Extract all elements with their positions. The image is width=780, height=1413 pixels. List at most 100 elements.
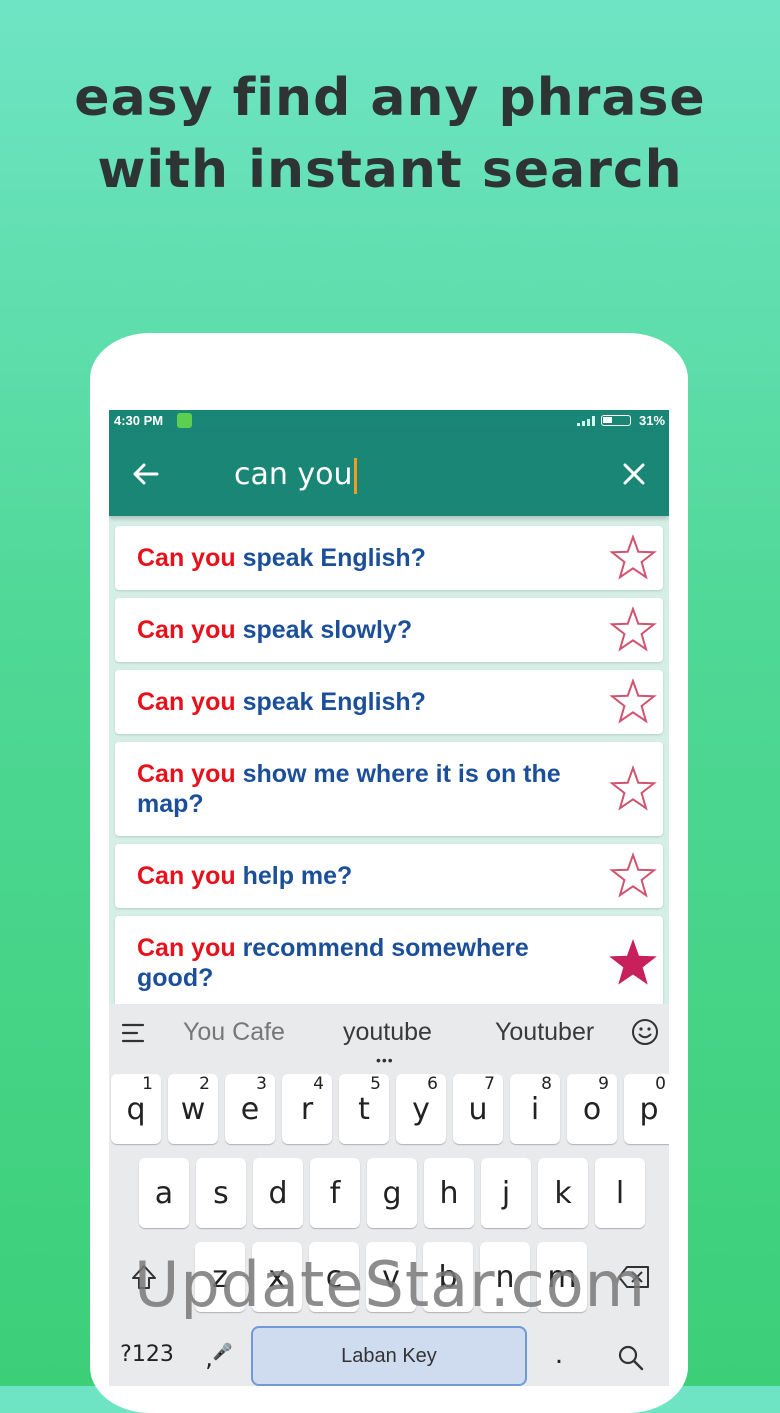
comma-key-label: , (205, 1344, 213, 1372)
key-number-hint: 3 (256, 1074, 267, 1094)
key-label: f (329, 1176, 341, 1211)
emoji-icon[interactable] (631, 1018, 659, 1046)
result-rest: help me? (235, 862, 353, 890)
result-highlight: Can you (137, 862, 236, 890)
key-label: y (412, 1092, 430, 1127)
suggestion-2[interactable]: youtube (343, 1018, 432, 1047)
key-h[interactable]: h (424, 1158, 474, 1228)
headline: easy find any phrase with instant search (0, 62, 780, 206)
space-bar-label: Laban Key (341, 1345, 437, 1367)
key-label: p (639, 1092, 659, 1127)
headline-line-1: easy find any phrase (74, 68, 706, 128)
key-f[interactable]: f (310, 1158, 360, 1228)
key-label: w (180, 1092, 206, 1127)
key-label: t (358, 1092, 370, 1127)
phone-screen: 4:30 PM 31% can you Can you speak Englis… (109, 410, 669, 1386)
battery-icon (601, 415, 631, 426)
key-label: j (501, 1176, 511, 1211)
key-label: e (240, 1092, 260, 1127)
key-number-hint: 5 (370, 1074, 381, 1094)
key-label: g (382, 1176, 402, 1211)
key-label: o (582, 1092, 602, 1127)
key-number-hint: 2 (199, 1074, 210, 1094)
key-label: r (300, 1092, 314, 1127)
more-suggestions-icon[interactable]: ••• (376, 1052, 394, 1068)
result-highlight: Can you (137, 616, 236, 644)
key-t[interactable]: t5 (339, 1074, 389, 1144)
result-highlight: Can you (137, 544, 236, 572)
star-outline-icon[interactable] (609, 852, 657, 900)
mic-icon: 🎤 (212, 1342, 233, 1361)
key-label: k (554, 1176, 572, 1211)
key-label: q (126, 1092, 146, 1127)
search-key-icon[interactable] (617, 1344, 645, 1372)
star-outline-icon[interactable] (609, 606, 657, 654)
symbols-key-label: ?123 (120, 1342, 174, 1367)
result-text: Can you speak slowly? (137, 615, 573, 645)
status-bar: 4:30 PM 31% (109, 410, 669, 432)
key-o[interactable]: o9 (567, 1074, 617, 1144)
key-u[interactable]: u7 (453, 1074, 503, 1144)
star-outline-icon[interactable] (609, 765, 657, 813)
period-key-label: . (554, 1340, 564, 1370)
star-outline-icon[interactable] (609, 678, 657, 726)
key-w[interactable]: w2 (168, 1074, 218, 1144)
keyboard-menu-icon[interactable] (121, 1022, 147, 1044)
period-key[interactable]: . (549, 1340, 569, 1376)
key-d[interactable]: d (253, 1158, 303, 1228)
result-text: Can you speak English? (137, 687, 573, 717)
search-input[interactable]: can you (234, 457, 357, 494)
result-rest: speak English? (235, 688, 426, 716)
headline-line-2: with instant search (97, 140, 683, 200)
key-k[interactable]: k (538, 1158, 588, 1228)
result-text: Can you speak English? (137, 543, 573, 573)
key-label: a (154, 1176, 174, 1211)
suggestion-bar: You Cafe youtube Youtuber ••• (109, 1004, 669, 1068)
star-filled-icon[interactable] (609, 939, 657, 987)
back-arrow-icon[interactable] (127, 456, 163, 492)
key-number-hint: 0 (655, 1074, 666, 1094)
key-label: h (439, 1176, 459, 1211)
text-caret (353, 457, 357, 494)
signal-icon (577, 416, 595, 426)
key-p[interactable]: p0 (624, 1074, 669, 1144)
key-g[interactable]: g (367, 1158, 417, 1228)
result-item[interactable]: Can you help me? (115, 844, 663, 908)
result-item[interactable]: Can you speak slowly? (115, 598, 663, 662)
key-number-hint: 4 (313, 1074, 324, 1094)
key-y[interactable]: y6 (396, 1074, 446, 1144)
key-e[interactable]: e3 (225, 1074, 275, 1144)
key-label: l (615, 1176, 625, 1211)
key-l[interactable]: l (595, 1158, 645, 1228)
symbols-key[interactable]: ?123 (115, 1342, 179, 1378)
android-notification-icon (177, 413, 192, 428)
key-label: s (213, 1176, 229, 1211)
result-item[interactable]: Can you speak English? (115, 526, 663, 590)
key-q[interactable]: q1 (111, 1074, 161, 1144)
key-label: d (268, 1176, 288, 1211)
key-number-hint: 6 (427, 1074, 438, 1094)
suggestion-3[interactable]: Youtuber (495, 1018, 594, 1047)
key-label: u (468, 1092, 488, 1127)
key-i[interactable]: i8 (510, 1074, 560, 1144)
result-item[interactable]: Can you show me where it is on the map? (115, 742, 663, 836)
key-a[interactable]: a (139, 1158, 189, 1228)
key-number-hint: 8 (541, 1074, 552, 1094)
key-r[interactable]: r4 (282, 1074, 332, 1144)
comma-key[interactable]: ,🎤 (199, 1342, 239, 1378)
result-rest: speak slowly? (235, 616, 413, 644)
star-outline-icon[interactable] (609, 534, 657, 582)
key-j[interactable]: j (481, 1158, 531, 1228)
result-item[interactable]: Can you speak English? (115, 670, 663, 734)
key-s[interactable]: s (196, 1158, 246, 1228)
watermark: UpdateStar.com (133, 1248, 647, 1321)
key-number-hint: 9 (598, 1074, 609, 1094)
result-item[interactable]: Can you recommend somewhere good? (115, 916, 663, 1010)
clear-search-icon[interactable] (617, 457, 651, 491)
space-bar[interactable]: Laban Key (251, 1326, 527, 1386)
result-highlight: Can you (137, 934, 236, 962)
search-query: can you (234, 457, 353, 492)
result-text: Can you show me where it is on the map? (137, 759, 573, 819)
soft-keyboard: You Cafe youtube Youtuber ••• q1w2e3r4t5… (109, 1004, 669, 1386)
suggestion-1[interactable]: You Cafe (183, 1018, 285, 1047)
